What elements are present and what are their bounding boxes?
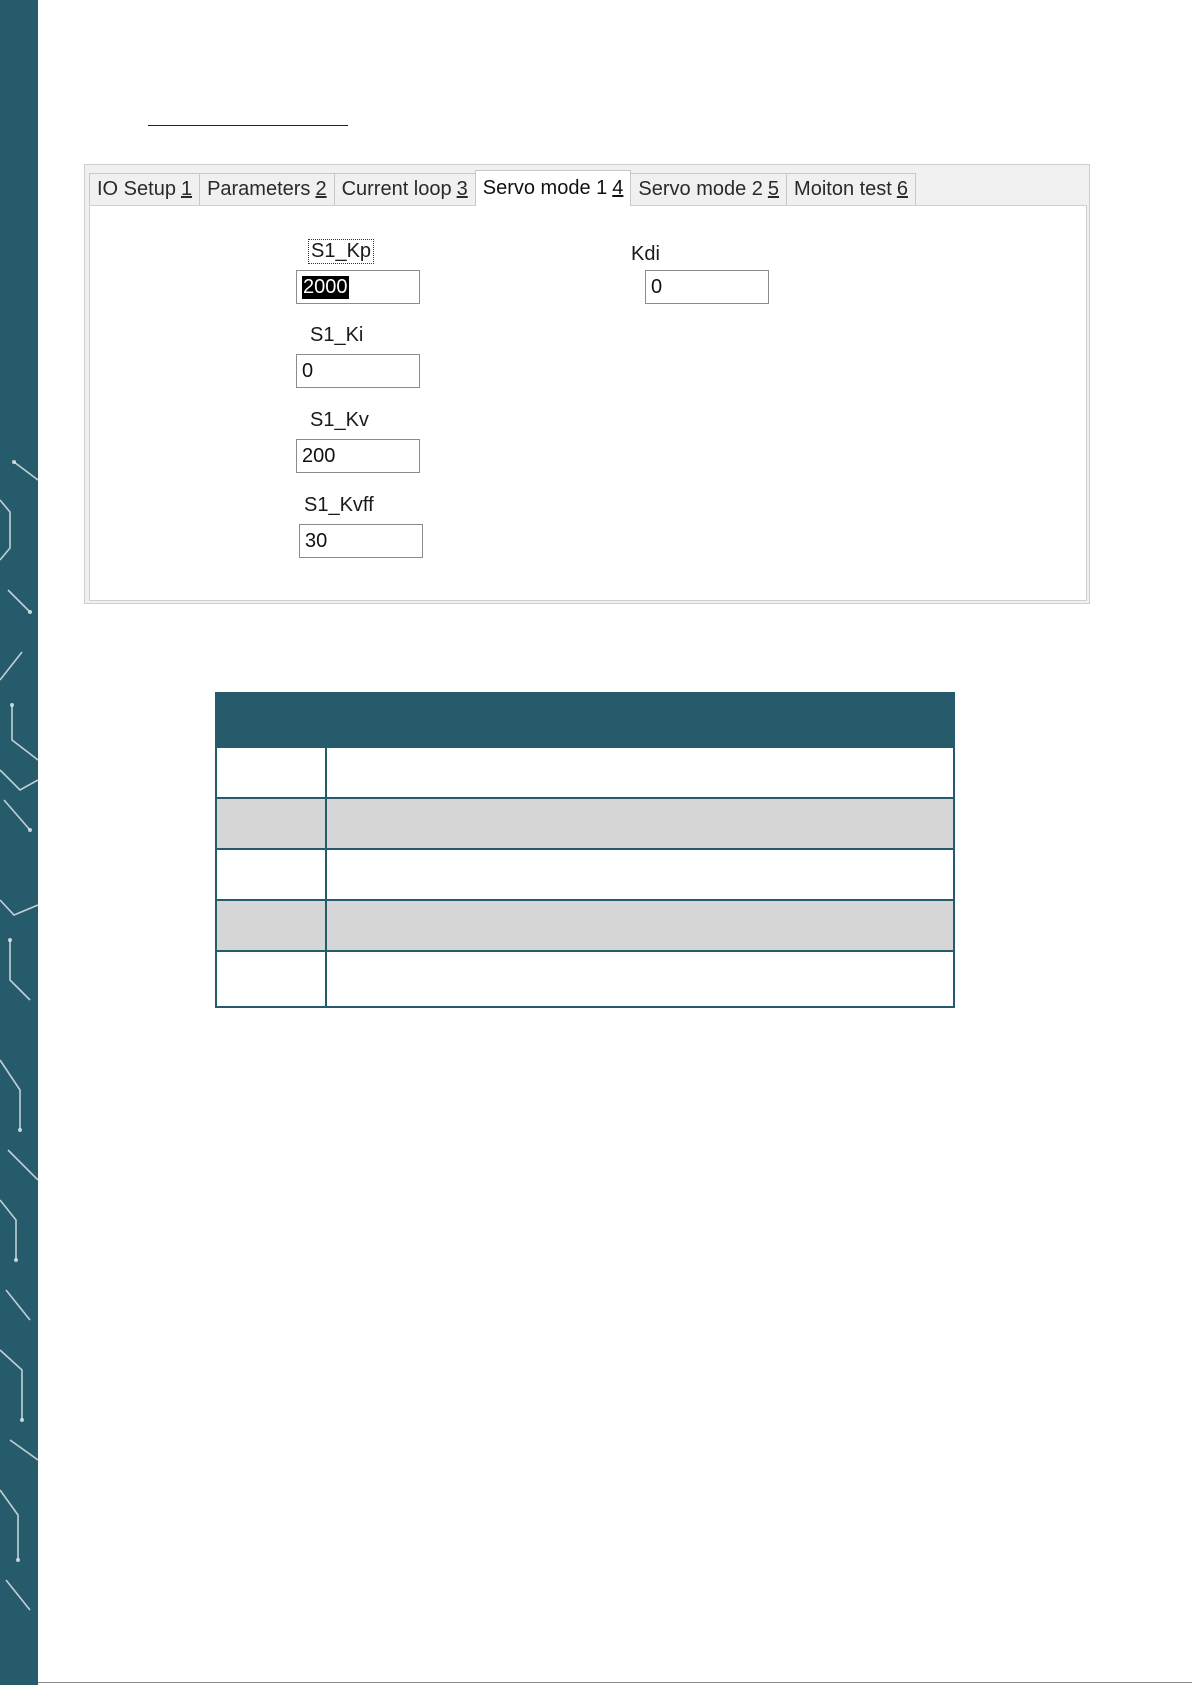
table-row [217, 950, 953, 1006]
tab-servo-mode-2[interactable]: Servo mode 25 [630, 173, 788, 205]
s1-kp-label: S1_Kp [307, 239, 375, 264]
decorative-circuit-strip [0, 0, 38, 1685]
table-row [217, 797, 953, 848]
tab-label: Moiton test [794, 178, 892, 200]
tab-servo-mode-1[interactable]: Servo mode 14 [474, 170, 632, 206]
s1-kv-value: 200 [302, 444, 336, 467]
s1-kvff-input[interactable]: 30 [299, 524, 423, 558]
tab-shortcut: 6 [896, 178, 908, 200]
tab-label: Servo mode 2 [638, 178, 763, 200]
s1-kv-label: S1_Kv [310, 409, 369, 431]
s1-ki-input[interactable]: 0 [296, 354, 420, 388]
table-header [217, 694, 953, 746]
tab-io-setup[interactable]: IO Setup 1 [89, 173, 201, 205]
tab-shortcut: 4 [612, 177, 624, 199]
table-row [217, 746, 953, 797]
kdi-label: Kdi [631, 243, 660, 265]
s1-kp-input[interactable]: 2000 [296, 270, 420, 304]
heading-underline [148, 125, 348, 126]
tab-label: Servo mode 1 [482, 177, 608, 199]
kdi-input[interactable]: 0 [645, 270, 769, 304]
tab-shortcut: 2 [315, 178, 327, 200]
tab-parameters[interactable]: Parameters 2 [199, 173, 335, 205]
servo-settings-dialog: IO Setup 1 Parameters 2 Current loop 3 Serv… [84, 164, 1090, 604]
tab-label: IO Setup [97, 178, 176, 200]
s1-kp-value: 2000 [302, 275, 349, 299]
table-row [217, 899, 953, 950]
page-footer-rule [38, 1682, 1192, 1683]
tab-shortcut: 1 [180, 178, 193, 200]
s1-kvff-value: 30 [305, 529, 328, 552]
tab-label: Parameters [207, 178, 311, 200]
tab-motion-test[interactable]: Moiton test 6 [786, 173, 916, 205]
s1-ki-label: S1_Ki [310, 324, 364, 346]
tab-bar: IO Setup 1 Parameters 2 Current loop 3 Serv… [89, 170, 916, 206]
tab-current-loop[interactable]: Current loop 3 [333, 173, 476, 205]
s1-kvff-label: S1_Kvff [304, 494, 374, 516]
s1-kv-input[interactable]: 200 [296, 439, 420, 473]
tab-label: Current loop [341, 178, 452, 200]
s1-ki-value: 0 [302, 359, 314, 382]
table-column-divider [325, 746, 327, 1006]
tab-shortcut: 5 [767, 178, 780, 200]
tab-shortcut: 3 [456, 178, 468, 200]
parameter-table [215, 692, 955, 1008]
tab-panel-servo-mode-1: S1_Kp 2000 S1_Ki 0 S1_Kv 200 S1_Kvff 30 … [89, 205, 1087, 601]
kdi-value: 0 [651, 275, 663, 298]
table-row [217, 848, 953, 899]
